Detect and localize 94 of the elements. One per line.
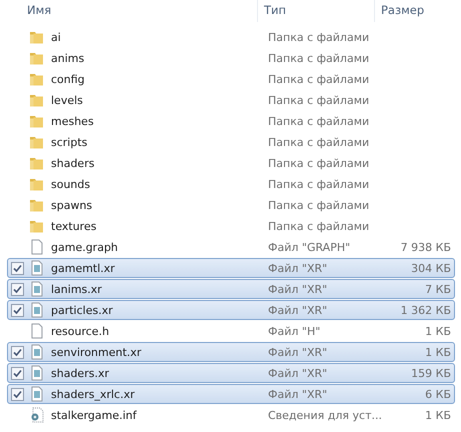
file-type: Сведения для уст... (268, 408, 383, 422)
file-name: game.graph (51, 240, 119, 254)
file-row[interactable]: levels Папка с файлами (7, 90, 455, 110)
file-row[interactable]: shaders Папка с файлами (7, 153, 455, 173)
document-icon (29, 260, 45, 276)
folder-icon (29, 92, 45, 108)
file-type: Папка с файлами (268, 52, 370, 64)
column-header[interactable]: Размер (375, 0, 461, 22)
file-name: shaders_xrlc.xr (51, 388, 136, 400)
selected-row[interactable]: gamemtl.xr Файл "XR" 304 КБ (7, 258, 455, 278)
folder-icon (29, 29, 45, 45)
file-row[interactable]: ai Папка с файлами (7, 27, 455, 47)
file-name: lanims.xr (51, 282, 103, 296)
file-type: Папка с файлами (268, 94, 370, 106)
checkbox[interactable] (11, 304, 24, 316)
document-icon (29, 281, 45, 297)
file-name: anims (51, 52, 86, 64)
file-row[interactable]: sounds Папка с файлами (7, 174, 455, 194)
file-type: Папка с файлами (268, 220, 370, 232)
column-header[interactable]: Тип (258, 0, 375, 22)
file-row[interactable]: resource.h Файл "H" 1 КБ (7, 321, 455, 341)
file-row[interactable]: meshes Папка с файлами (7, 111, 455, 131)
file-name: stalkergame.inf (51, 408, 138, 422)
file-size: 6 КБ (425, 388, 451, 400)
checkbox[interactable] (11, 262, 24, 274)
file-row[interactable]: textures Папка с файлами (7, 216, 455, 236)
file-type: Папка с файлами (268, 30, 370, 44)
file-type: Папка с файлами (268, 114, 370, 128)
file-row[interactable]: game.graph Файл "GRAPH" 7 938 КБ (7, 237, 455, 257)
folder-icon (29, 155, 45, 171)
file-row[interactable]: scripts Папка с файлами (7, 132, 455, 152)
checkbox[interactable] (11, 346, 24, 358)
folder-icon (29, 113, 45, 129)
file-name: meshes (51, 114, 95, 128)
file-row[interactable]: config Папка с файлами (7, 69, 455, 89)
file-type: Папка с файлами (268, 156, 370, 170)
selected-row[interactable]: lanims.xr Файл "XR" 7 КБ (7, 279, 455, 299)
file-name: gamemtl.xr (51, 262, 116, 274)
selected-row[interactable]: senvironment.xr Файл "XR" 1 КБ (7, 342, 455, 362)
file-size: 1 362 КБ (400, 304, 451, 316)
file-size: 1 КБ (425, 408, 451, 422)
document-icon (29, 323, 45, 339)
file-size: 1 КБ (425, 324, 451, 338)
file-name: sounds (51, 178, 92, 190)
folder-icon (29, 218, 45, 234)
folder-icon (29, 176, 45, 192)
file-type: Файл "H" (268, 324, 322, 338)
checkbox[interactable] (11, 366, 24, 380)
file-name: textures (51, 220, 98, 232)
file-size: 1 КБ (425, 346, 451, 358)
file-type: Файл "XR" (268, 366, 328, 380)
gear-document-icon (29, 407, 45, 423)
file-name: resource.h (51, 324, 110, 338)
checkbox[interactable] (11, 388, 24, 400)
file-name: spawns (51, 198, 94, 212)
folder-icon (29, 71, 45, 87)
file-name: config (51, 72, 86, 86)
folder-icon (29, 197, 45, 213)
file-type: Папка с файлами (268, 198, 370, 212)
file-type: Файл "GRAPH" (268, 240, 352, 254)
file-row[interactable]: stalkergame.inf Сведения для уст... 1 КБ (7, 405, 455, 425)
folder-icon (29, 134, 45, 150)
selected-row[interactable]: shaders_xrlc.xr Файл "XR" 6 КБ (7, 384, 455, 404)
file-name: senvironment.xr (51, 346, 142, 358)
file-type: Файл "XR" (268, 346, 328, 358)
document-icon (29, 344, 45, 360)
checkbox[interactable] (11, 282, 24, 296)
document-icon (29, 386, 45, 402)
file-type: Папка с файлами (268, 178, 370, 190)
file-name: levels (51, 94, 84, 106)
column-header[interactable]: Имя (0, 0, 258, 22)
file-name: ai (51, 30, 62, 44)
file-name: particles.xr (51, 304, 114, 316)
file-type: Файл "XR" (268, 282, 328, 296)
document-icon (29, 239, 45, 255)
file-row[interactable]: anims Папка с файлами (7, 48, 455, 68)
document-icon (29, 302, 45, 318)
selected-row[interactable]: particles.xr Файл "XR" 1 362 КБ (7, 300, 455, 320)
file-type: Папка с файлами (268, 72, 370, 86)
file-size: 304 КБ (411, 262, 451, 274)
file-size: 159 КБ (411, 366, 451, 380)
file-row[interactable]: spawns Папка с файлами (7, 195, 455, 215)
file-name: shaders (51, 156, 96, 170)
file-type: Файл "XR" (268, 304, 328, 316)
selected-row[interactable]: shaders.xr Файл "XR" 159 КБ (7, 363, 455, 383)
file-type: Файл "XR" (268, 388, 328, 400)
file-type: Файл "XR" (268, 262, 328, 274)
document-icon (29, 365, 45, 381)
file-size: 7 КБ (425, 282, 451, 296)
folder-icon (29, 50, 45, 66)
file-type: Папка с файлами (268, 136, 370, 148)
file-name: shaders.xr (51, 366, 110, 380)
file-name: scripts (51, 136, 88, 148)
file-size: 7 938 КБ (400, 240, 451, 254)
